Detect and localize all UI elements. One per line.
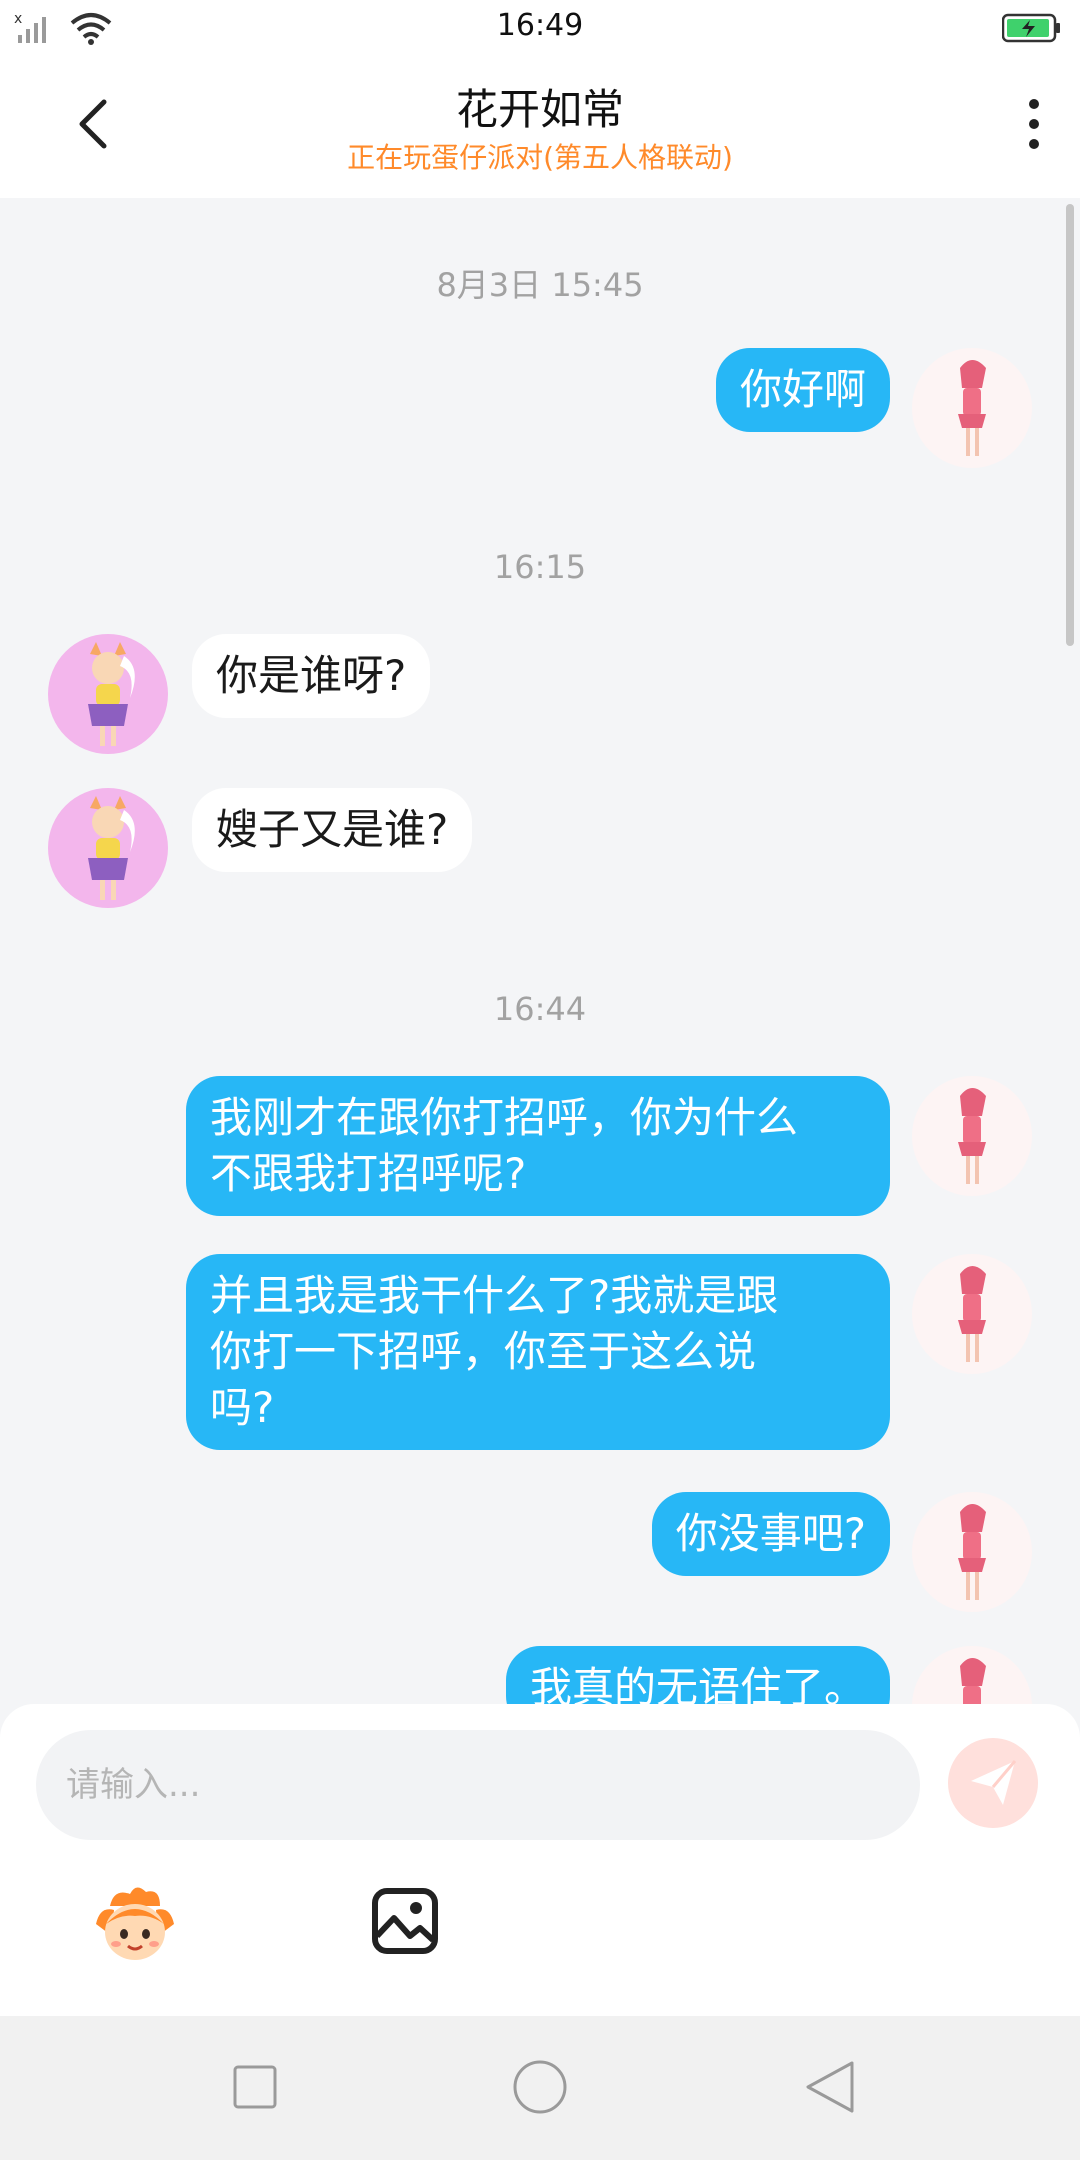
square-icon (233, 2065, 277, 2109)
battery-charging-icon (1002, 13, 1060, 43)
status-bar: x 16:49 (0, 0, 1080, 56)
back-nav-button[interactable] (795, 2052, 865, 2122)
status-time: 16:49 (496, 8, 584, 43)
image-icon (372, 1888, 438, 1954)
chat-activity-status: 正在玩蛋仔派对(第五人格联动) (347, 141, 733, 174)
recents-button[interactable] (220, 2052, 290, 2122)
more-options-button[interactable] (1014, 94, 1054, 154)
timestamp: 16:15 (493, 548, 587, 586)
home-button[interactable] (505, 2052, 575, 2122)
my-avatar[interactable] (912, 1076, 1032, 1196)
message-bubble-sent[interactable]: 我刚才在跟你打招呼，你为什么 不跟我打招呼呢? (186, 1076, 890, 1216)
message-input[interactable] (36, 1730, 920, 1840)
timestamp: 8月3日 15:45 (436, 266, 644, 304)
my-avatar[interactable] (912, 1646, 1032, 1704)
more-vertical-icon (1029, 99, 1039, 109)
message-bubble-sent[interactable]: 你没事吧? (651, 1492, 890, 1576)
contact-avatar[interactable] (48, 634, 168, 754)
message-bubble-sent[interactable]: 我真的无语住了。 (505, 1646, 890, 1704)
message-list[interactable]: 8月3日 15:45 你好啊 16:15 你是谁呀? 嫂子又是谁? 16:44 … (0, 198, 1080, 1704)
message-bubble-sent[interactable]: 并且我是我干什么了?我就是跟 你打一下招呼，你至于这么说 吗? (186, 1254, 890, 1450)
triangle-back-icon (806, 2061, 854, 2113)
emoji-button[interactable] (90, 1880, 180, 1970)
my-avatar[interactable] (912, 348, 1032, 468)
send-button[interactable] (948, 1738, 1038, 1828)
chat-header: 花开如常 正在玩蛋仔派对(第五人格联动) (0, 56, 1080, 198)
my-avatar[interactable] (912, 1492, 1032, 1612)
chat-title: 花开如常 (455, 85, 624, 134)
system-nav-bar (0, 2016, 1080, 2160)
timestamp: 16:44 (493, 990, 587, 1028)
scrollbar[interactable] (1066, 204, 1074, 646)
image-button[interactable] (370, 1886, 440, 1956)
message-bubble-received[interactable]: 嫂子又是谁? (192, 788, 473, 872)
send-icon (971, 1760, 1017, 1805)
circle-icon (513, 2060, 567, 2114)
message-bubble-sent[interactable]: 你好啊 (715, 348, 890, 432)
my-avatar[interactable] (912, 1254, 1032, 1374)
input-panel (0, 1704, 1080, 2016)
contact-avatar[interactable] (48, 788, 168, 908)
message-bubble-received[interactable]: 你是谁呀? (192, 634, 431, 718)
eggy-emoji-icon (96, 1887, 174, 1960)
